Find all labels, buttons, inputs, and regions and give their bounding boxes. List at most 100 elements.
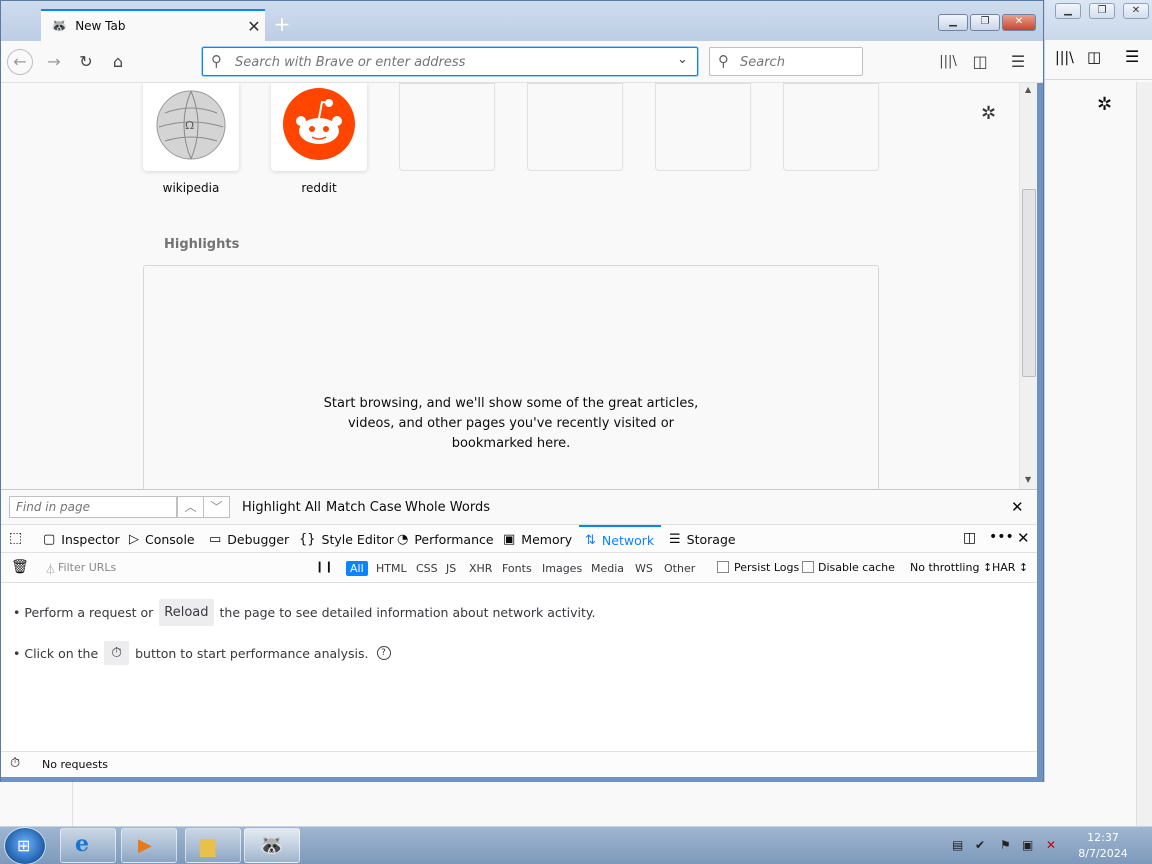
top-site-tile-wikipedia[interactable]: Ω [143,83,239,171]
taskbar-file-explorer[interactable]: ▆ [185,828,241,863]
tab-storage[interactable]: ☰ Storage [669,525,736,553]
element-picker-icon[interactable]: ⬚ [9,530,22,546]
home-icon[interactable]: ⌂ [105,50,131,74]
tab-memory[interactable]: ▣ Memory [503,525,572,553]
bg-close-button[interactable]: ✕ [1123,3,1149,19]
persist-logs-checkbox[interactable] [717,561,729,573]
chevron-down-icon[interactable]: ⌄ [677,52,688,67]
filter-urls-input[interactable]: Filter URLs [58,561,116,574]
stopwatch-icon[interactable]: ⏱ [104,641,130,665]
tab-style-editor[interactable]: {} Style Editor [299,525,394,553]
new-tab-button[interactable]: + [271,13,293,35]
search-input[interactable] [740,53,858,71]
highlight-all-toggle[interactable]: Highlight All [242,500,321,515]
tray-network-icon[interactable]: ▣ [1022,838,1033,852]
tab-debugger[interactable]: ▭ Debugger [209,525,289,553]
tray-volume-muted-icon[interactable]: ✕ [1046,838,1056,852]
top-site-tile-reddit[interactable] [271,83,367,171]
forward-arrow-icon[interactable]: → [41,50,67,74]
filter-xhr[interactable]: XHR [465,561,496,576]
tab-console[interactable]: ▷ Console [129,525,195,553]
har-menu[interactable]: HAR ↕ [992,561,1028,574]
library-icon[interactable]: |||\ [1055,50,1074,66]
bg-minimize-button[interactable]: ▁ [1055,3,1081,19]
filter-media[interactable]: Media [587,561,628,576]
match-case-toggle[interactable]: Match Case [326,500,402,515]
close-window-button[interactable]: ✕ [1002,14,1036,31]
taskbar-media-player[interactable]: ▶ [121,828,177,863]
throttling-select[interactable]: No throttling ↕ [910,561,992,574]
scroll-up-icon[interactable]: ▲ [1025,85,1031,94]
find-next-button[interactable]: ﹀ [203,496,230,518]
sidebar-icon[interactable]: ◫ [967,50,993,74]
scrollbar-thumb[interactable] [1022,189,1036,377]
highlights-empty-message: Start browsing, and we'll show some of t… [323,396,699,451]
maximize-button[interactable]: ❐ [970,14,1000,31]
filter-images[interactable]: Images [538,561,586,576]
top-site-tile-empty[interactable] [527,83,623,171]
top-site-tile-empty[interactable] [399,83,495,171]
filter-js[interactable]: JS [442,561,460,576]
dock-toggle-icon[interactable]: ◫ [963,530,976,546]
close-tab-icon[interactable]: ✕ [243,17,265,36]
library-icon[interactable]: |||\ [935,50,961,74]
menu-icon[interactable]: ☰ [1125,47,1139,66]
filter-other[interactable]: Other [660,561,699,576]
tab-label: Style Editor [321,531,394,547]
bg-maximize-button[interactable]: ❐ [1089,3,1115,19]
reload-button[interactable]: Reload [159,599,214,626]
taskbar-brave-browser[interactable]: 🦝 [244,828,300,863]
find-previous-button[interactable]: ︿ [177,496,204,518]
brave-lion-icon: 🦝 [51,18,68,34]
tray-flag-icon[interactable]: ⚑ [1000,838,1011,852]
tab-label: Network [601,532,655,548]
close-findbar-icon[interactable]: ✕ [1011,498,1024,516]
sidebar-icon[interactable]: ◫ [1087,48,1101,66]
back-arrow-icon[interactable]: ← [7,49,33,75]
filter-ws[interactable]: WS [631,561,657,576]
pause-icon[interactable]: ❙❙ [315,560,333,573]
address-bar[interactable]: ⚲ ⌄ [202,47,698,76]
clear-trash-icon[interactable]: 🗑 [11,559,29,575]
reload-icon[interactable]: ↻ [73,50,99,74]
top-site-tile-empty[interactable] [783,83,879,171]
start-button[interactable]: ⊞ [4,827,46,864]
browser-window: 🦝 New Tab ✕ + ▁ ❐ ✕ ← → ↻ ⌂ ⚲ ⌄ ⚲ |||\ ◫… [0,0,1044,782]
menu-icon[interactable]: ☰ [1005,50,1031,74]
close-devtools-icon[interactable]: ✕ [1017,529,1030,547]
request-count: No requests [42,758,108,771]
settings-gear-icon[interactable]: ✲ [981,103,996,124]
background-window-scrollbar[interactable] [1136,82,1152,826]
filter-css[interactable]: CSS [412,561,442,576]
tab-inspector[interactable]: ▢ Inspector [43,525,120,553]
filter-all[interactable]: All [346,561,368,576]
filter-html[interactable]: HTML [372,561,411,576]
whole-words-toggle[interactable]: Whole Words [405,500,490,515]
help-icon[interactable]: ? [376,646,391,660]
divider [72,782,73,826]
address-input[interactable] [235,53,665,71]
taskbar-clock[interactable]: 12:37 8/7/2024 [1074,830,1132,862]
more-options-icon[interactable]: ••• [989,529,1014,545]
tray-document-icon[interactable]: ▤ [952,838,963,852]
taskbar-internet-explorer[interactable]: e [60,828,116,863]
stopwatch-icon[interactable]: ⏱ [10,756,20,771]
performance-icon: ◔ [397,531,409,547]
media-player-icon: ▶ [138,835,152,856]
tab-performance[interactable]: ◔ Performance [397,525,494,553]
minimize-button[interactable]: ▁ [938,14,968,31]
find-input[interactable] [9,496,177,518]
filter-icon: ⏃ [45,563,56,576]
storage-icon: ☰ [669,531,681,547]
tray-security-icon[interactable]: ✔ [975,838,985,852]
tab-new-tab[interactable]: 🦝 New Tab ✕ [41,9,265,41]
search-bar[interactable]: ⚲ [709,47,863,76]
tab-network[interactable]: ⇅ Network [579,525,661,553]
console-icon: ▷ [129,531,139,547]
page-scrollbar[interactable]: ▲ ▼ [1019,83,1037,489]
top-site-tile-empty[interactable] [655,83,751,171]
settings-gear-icon[interactable]: ✲ [1097,94,1112,115]
scroll-down-icon[interactable]: ▼ [1025,475,1031,484]
disable-cache-checkbox[interactable] [802,561,814,573]
filter-fonts[interactable]: Fonts [498,561,536,576]
